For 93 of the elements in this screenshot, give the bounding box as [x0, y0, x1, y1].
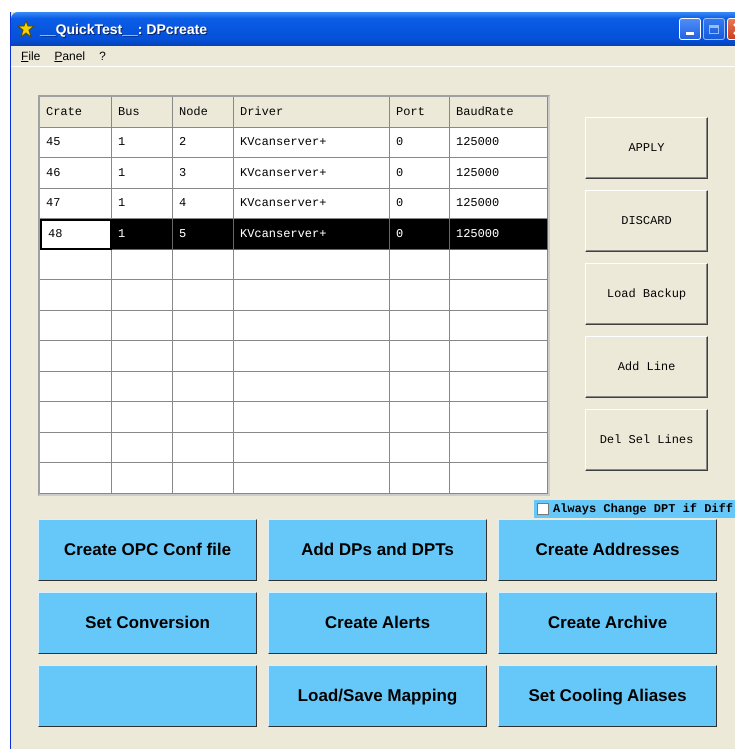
column-header[interactable]: Port	[390, 97, 450, 128]
empty-cell[interactable]	[234, 310, 390, 341]
empty-cell[interactable]	[390, 341, 450, 372]
empty-cell[interactable]	[390, 463, 450, 494]
empty-cell[interactable]	[234, 463, 390, 494]
table-cell[interactable]: KVcanserver+	[234, 158, 390, 188]
empty-cell[interactable]	[40, 463, 112, 494]
empty-cell[interactable]	[450, 402, 548, 432]
empty-cell[interactable]	[173, 463, 234, 494]
side-button[interactable]: DISCARD	[585, 190, 708, 252]
column-header[interactable]: Driver	[234, 97, 390, 128]
minimize-button[interactable]	[679, 18, 701, 40]
empty-cell[interactable]	[450, 280, 548, 310]
empty-cell[interactable]	[173, 341, 234, 372]
empty-cell[interactable]	[112, 463, 173, 494]
empty-cell[interactable]	[40, 310, 112, 341]
empty-cell[interactable]	[112, 341, 173, 372]
side-button[interactable]: Load Backup	[585, 263, 708, 325]
empty-cell[interactable]	[234, 432, 390, 463]
empty-cell[interactable]	[40, 402, 112, 432]
empty-cell[interactable]	[390, 280, 450, 310]
maximize-button[interactable]	[703, 18, 725, 40]
side-button[interactable]: Del Sel Lines	[585, 409, 708, 471]
empty-cell[interactable]	[390, 402, 450, 432]
empty-cell[interactable]	[450, 250, 548, 280]
table-cell[interactable]: 0	[390, 158, 450, 188]
empty-cell[interactable]	[173, 372, 234, 402]
empty-cell[interactable]	[112, 280, 173, 310]
table-cell[interactable]: 125000	[450, 158, 548, 188]
empty-cell[interactable]	[234, 372, 390, 402]
table-cell[interactable]: 3	[173, 158, 234, 188]
window-title: __QuickTest__: DPcreate	[40, 21, 208, 37]
table-cell[interactable]: 1	[112, 219, 173, 250]
table-cell[interactable]: 1	[112, 158, 173, 188]
empty-cell[interactable]	[112, 250, 173, 280]
action-button[interactable]: Set Cooling Aliases	[498, 664, 717, 726]
empty-cell[interactable]	[450, 341, 548, 372]
side-button[interactable]: APPLY	[585, 117, 708, 179]
action-button[interactable]: Load/Save Mapping	[268, 664, 487, 726]
table-cell[interactable]: 0	[390, 219, 450, 250]
empty-cell[interactable]	[390, 432, 450, 463]
action-button[interactable]: Create OPC Conf file	[38, 518, 257, 580]
empty-cell[interactable]	[450, 310, 548, 341]
empty-cell[interactable]	[173, 432, 234, 463]
table-cell[interactable]: KVcanserver+	[234, 128, 390, 158]
table-cell[interactable]: 1	[112, 128, 173, 158]
side-button[interactable]: Add Line	[585, 336, 708, 398]
empty-cell[interactable]	[390, 310, 450, 341]
empty-cell[interactable]	[173, 250, 234, 280]
table-cell[interactable]: 2	[173, 128, 234, 158]
table-cell[interactable]: 46	[40, 158, 112, 188]
action-button[interactable]: Create Archive	[498, 592, 717, 654]
column-header[interactable]: Crate	[40, 97, 112, 128]
empty-cell[interactable]	[173, 280, 234, 310]
column-header[interactable]: BaudRate	[450, 97, 548, 128]
table-cell[interactable]: KVcanserver+	[234, 219, 390, 250]
empty-cell[interactable]	[390, 250, 450, 280]
empty-cell[interactable]	[112, 402, 173, 432]
table-cell[interactable]: 5	[173, 219, 234, 250]
app-icon	[17, 20, 35, 38]
empty-cell[interactable]	[450, 432, 548, 463]
empty-cell[interactable]	[40, 280, 112, 310]
column-header[interactable]: Bus	[112, 97, 173, 128]
menu-item[interactable]: Panel	[54, 49, 86, 63]
table-cell[interactable]: 0	[390, 128, 450, 158]
empty-cell[interactable]	[173, 310, 234, 341]
menu-item[interactable]: ?	[99, 49, 106, 63]
column-header[interactable]: Node	[173, 97, 234, 128]
action-button[interactable]: Add DPs and DPTs	[268, 518, 487, 580]
empty-cell[interactable]	[450, 372, 548, 402]
empty-cell[interactable]	[234, 280, 390, 310]
empty-cell[interactable]	[112, 310, 173, 341]
table-cell[interactable]: 45	[40, 128, 112, 158]
empty-cell[interactable]	[390, 372, 450, 402]
menu-item[interactable]: File	[21, 49, 40, 63]
empty-cell[interactable]	[234, 402, 390, 432]
empty-cell[interactable]	[40, 250, 112, 280]
empty-cell[interactable]	[40, 432, 112, 463]
empty-cell[interactable]	[112, 372, 173, 402]
empty-cell[interactable]	[112, 432, 173, 463]
empty-cell[interactable]	[40, 341, 112, 372]
empty-cell[interactable]	[234, 341, 390, 372]
table-cell[interactable]: 125000	[450, 128, 548, 158]
option-checkbox[interactable]: Always Change DPT if Diff	[534, 500, 735, 518]
action-button[interactable]: Create Addresses	[498, 518, 717, 580]
empty-cell[interactable]	[450, 463, 548, 494]
table-cell[interactable]: 125000	[450, 219, 548, 250]
table-cell[interactable]: 48	[40, 219, 112, 250]
empty-cell[interactable]	[234, 250, 390, 280]
action-button[interactable]: Create Alerts	[268, 592, 487, 654]
empty-cell[interactable]	[40, 372, 112, 402]
action-button[interactable]: Set Conversion	[38, 592, 257, 654]
empty-cell[interactable]	[173, 402, 234, 432]
